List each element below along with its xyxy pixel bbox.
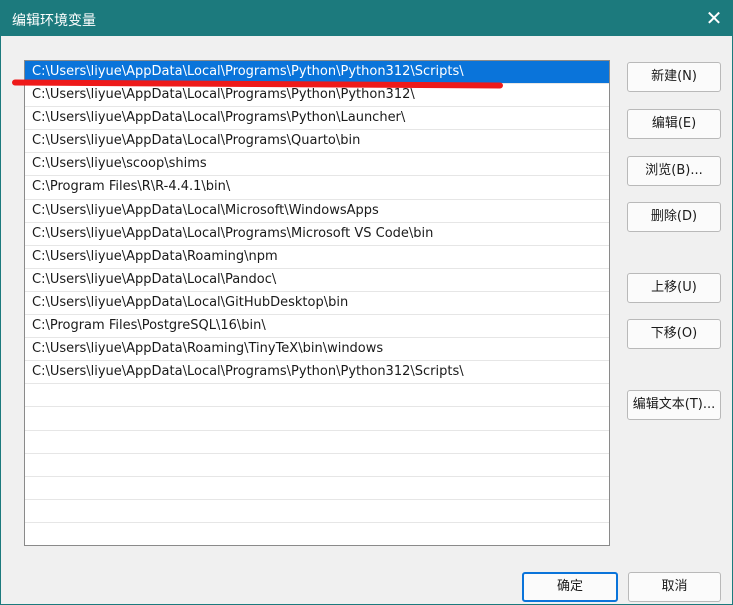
move-up-button[interactable]: 上移(U) (627, 273, 721, 303)
path-list-item[interactable]: C:\Program Files\PostgreSQL\16\bin\ (25, 315, 609, 339)
path-list-item[interactable]: C:\Users\liyue\AppData\Local\GitHubDeskt… (25, 292, 609, 316)
path-list-item[interactable] (25, 431, 609, 454)
path-list-item[interactable] (25, 500, 609, 523)
browse-button[interactable]: 浏览(B)... (627, 156, 721, 186)
title-bar: 编辑环境变量 ✕ (1, 1, 732, 36)
path-list[interactable]: C:\Users\liyue\AppData\Local\Programs\Py… (24, 60, 610, 546)
window-title: 编辑环境变量 (12, 13, 96, 29)
path-list-item[interactable]: C:\Users\liyue\AppData\Local\Programs\Py… (25, 107, 609, 131)
delete-button[interactable]: 删除(D) (627, 202, 721, 232)
path-list-item[interactable]: C:\Users\liyue\AppData\Local\Programs\Qu… (25, 130, 609, 154)
path-list-item[interactable] (25, 454, 609, 477)
path-list-item[interactable]: C:\Users\liyue\AppData\Local\Pandoc\ (25, 269, 609, 292)
path-list-item[interactable]: C:\Users\liyue\AppData\Local\Programs\Py… (25, 84, 609, 108)
path-list-item[interactable]: C:\Users\liyue\AppData\Roaming\npm (25, 246, 609, 269)
ok-button[interactable]: 确定 (522, 572, 618, 602)
close-icon[interactable]: ✕ (700, 4, 728, 32)
edit-env-var-dialog: 编辑环境变量 ✕ C:\Users\liyue\AppData\Local\Pr… (0, 0, 733, 605)
path-list-item[interactable]: C:\Users\liyue\AppData\Roaming\TinyTeX\b… (25, 338, 609, 362)
path-list-item[interactable]: C:\Program Files\R\R-4.4.1\bin\ (25, 176, 609, 200)
path-list-item[interactable]: C:\Users\liyue\AppData\Local\Programs\Py… (25, 361, 609, 385)
path-list-item[interactable]: C:\Users\liyue\AppData\Local\Microsoft\W… (25, 200, 609, 223)
path-list-item[interactable] (25, 407, 609, 431)
path-list-item[interactable]: C:\Users\liyue\AppData\Local\Programs\Mi… (25, 223, 609, 246)
move-down-button[interactable]: 下移(O) (627, 319, 721, 349)
edit-button[interactable]: 编辑(E) (627, 109, 721, 139)
path-list-item[interactable] (25, 477, 609, 500)
edit-text-button[interactable]: 编辑文本(T)... (627, 390, 721, 420)
new-button[interactable]: 新建(N) (627, 62, 721, 92)
path-list-item[interactable]: C:\Users\liyue\scoop\shims (25, 153, 609, 177)
cancel-button[interactable]: 取消 (628, 572, 721, 602)
path-list-item[interactable] (25, 523, 609, 545)
path-list-item[interactable] (25, 384, 609, 408)
